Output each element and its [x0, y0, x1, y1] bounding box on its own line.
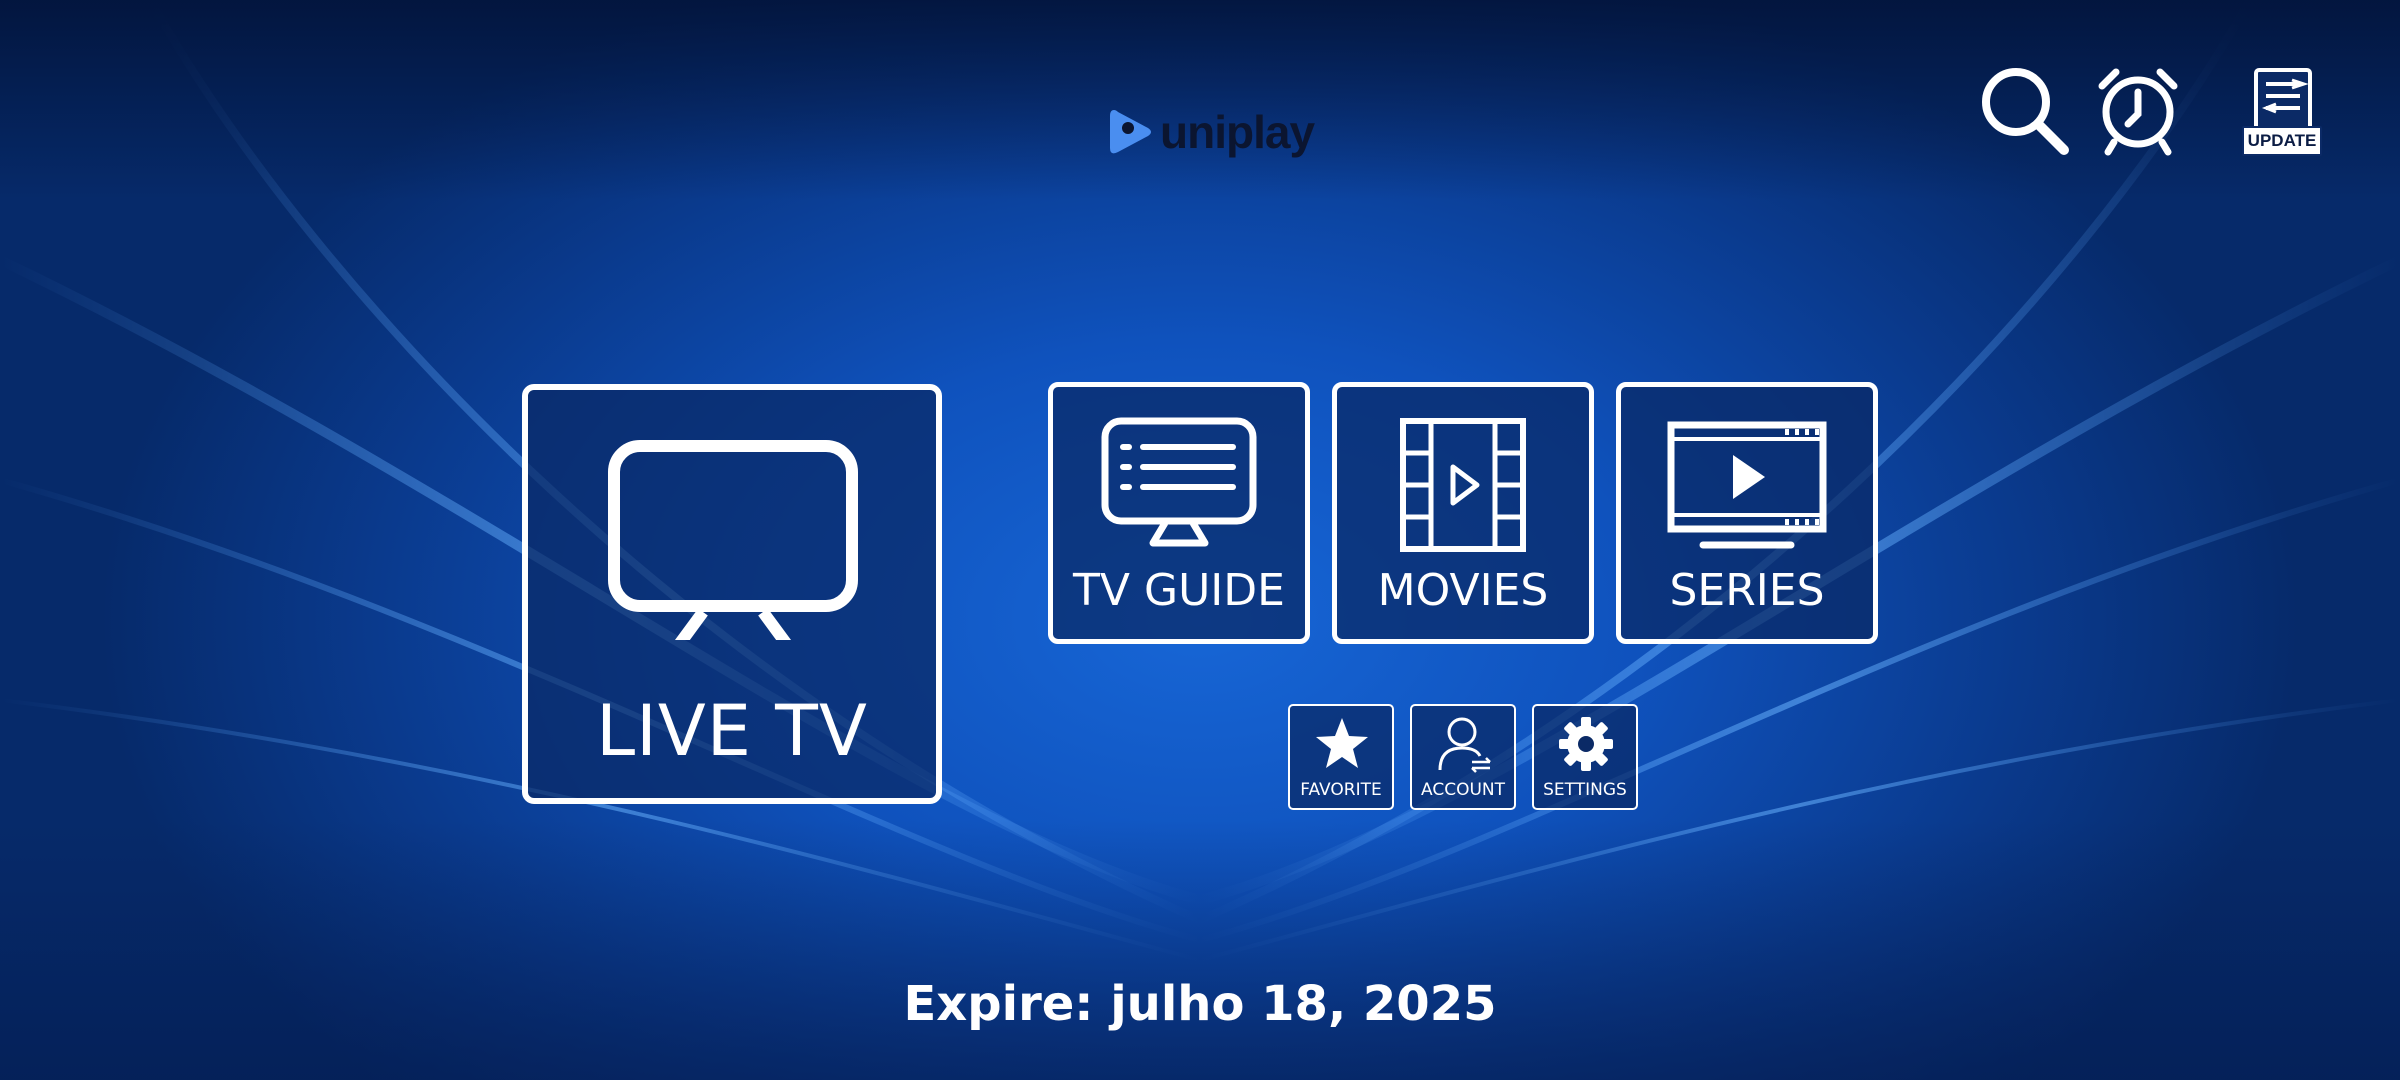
- live-tv-label: LIVE TV: [596, 690, 868, 772]
- tv-guide-icon: [1101, 417, 1257, 547]
- tv-guide-tile[interactable]: TV GUIDE: [1048, 382, 1310, 644]
- update-document-icon: [2254, 68, 2312, 132]
- expire-date-text: Expire: julho 18, 2025: [903, 976, 1497, 1032]
- star-icon: [1316, 718, 1368, 768]
- film-strip-icon: [1400, 418, 1526, 552]
- account-tile[interactable]: ACCOUNT: [1410, 704, 1516, 810]
- series-tile[interactable]: SERIES: [1616, 382, 1878, 644]
- favorite-label: FAVORITE: [1300, 780, 1382, 800]
- update-button[interactable]: UPDATE: [2238, 62, 2330, 158]
- update-label: UPDATE: [2242, 126, 2322, 156]
- gear-icon: [1559, 717, 1613, 771]
- bottom-shade: [0, 820, 2400, 1080]
- logo-text: uniplay: [1160, 106, 1315, 158]
- user-icon: [1438, 717, 1491, 773]
- app-logo: uniplay: [1108, 104, 1315, 160]
- alarm-clock-icon: [2098, 68, 2178, 156]
- favorite-tile[interactable]: FAVORITE: [1288, 704, 1394, 810]
- account-label: ACCOUNT: [1421, 780, 1505, 800]
- series-label: SERIES: [1669, 565, 1825, 616]
- settings-tile[interactable]: SETTINGS: [1532, 704, 1638, 810]
- uniplay-logo-icon: [1110, 110, 1151, 154]
- search-icon: [1982, 68, 2069, 155]
- alarm-button[interactable]: [2088, 60, 2188, 160]
- tv-monitor-icon: [608, 440, 858, 640]
- movies-tile[interactable]: MOVIES: [1332, 382, 1594, 644]
- tv-guide-label: TV GUIDE: [1073, 565, 1285, 616]
- video-player-icon: [1667, 421, 1827, 549]
- search-button[interactable]: [1976, 60, 2076, 160]
- movies-label: MOVIES: [1377, 565, 1549, 616]
- settings-label: SETTINGS: [1543, 780, 1627, 800]
- live-tv-tile[interactable]: LIVE TV: [522, 384, 942, 804]
